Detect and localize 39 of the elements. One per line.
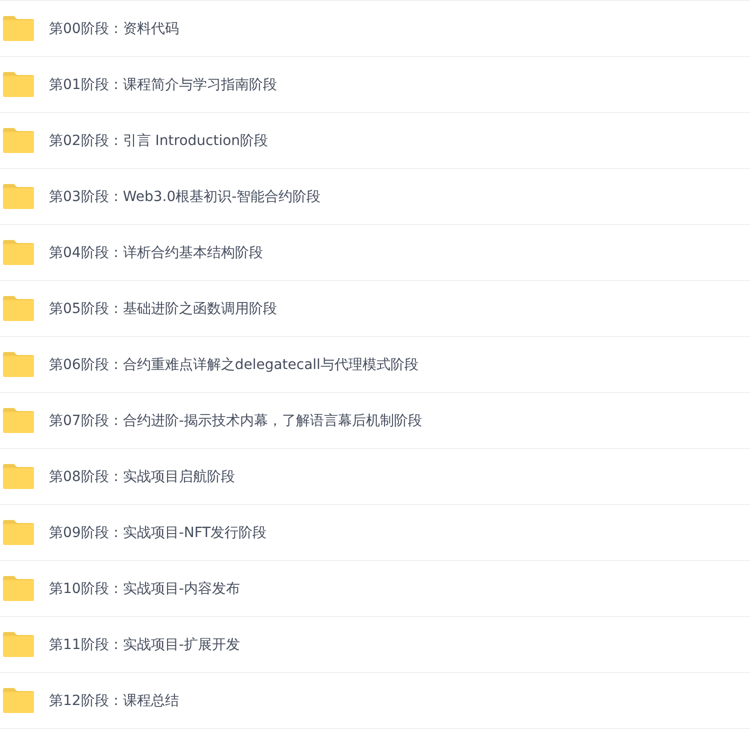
folder-row[interactable]: 第12阶段：课程总结 bbox=[0, 673, 750, 729]
folder-name: 第02阶段：引言 Introduction阶段 bbox=[49, 132, 268, 150]
folder-name: 第04阶段：详析合约基本结构阶段 bbox=[49, 244, 263, 262]
folder-name: 第06阶段：合约重难点详解之delegatecall与代理模式阶段 bbox=[49, 356, 418, 374]
folder-icon bbox=[2, 239, 35, 266]
folder-name: 第01阶段：课程简介与学习指南阶段 bbox=[49, 76, 277, 94]
folder-icon bbox=[2, 407, 35, 434]
folder-icon bbox=[2, 127, 35, 154]
folder-row[interactable]: 第09阶段：实战项目-NFT发行阶段 bbox=[0, 505, 750, 561]
folder-row[interactable]: 第01阶段：课程简介与学习指南阶段 bbox=[0, 57, 750, 113]
folder-icon bbox=[2, 575, 35, 602]
folder-row[interactable]: 第04阶段：详析合约基本结构阶段 bbox=[0, 225, 750, 281]
folder-icon bbox=[2, 183, 35, 210]
folder-row[interactable]: 第00阶段：资料代码 bbox=[0, 1, 750, 57]
folder-row[interactable]: 第06阶段：合约重难点详解之delegatecall与代理模式阶段 bbox=[0, 337, 750, 393]
folder-name: 第07阶段：合约进阶-揭示技术内幕，了解语言幕后机制阶段 bbox=[49, 412, 422, 430]
folder-row[interactable]: 第03阶段：Web3.0根基初识-智能合约阶段 bbox=[0, 169, 750, 225]
folder-name: 第12阶段：课程总结 bbox=[49, 692, 179, 710]
folder-row[interactable]: 第11阶段：实战项目-扩展开发 bbox=[0, 617, 750, 673]
folder-name: 第08阶段：实战项目启航阶段 bbox=[49, 468, 235, 486]
folder-icon bbox=[2, 71, 35, 98]
folder-name: 第03阶段：Web3.0根基初识-智能合约阶段 bbox=[49, 188, 321, 206]
folder-icon bbox=[2, 15, 35, 42]
folder-row[interactable]: 第08阶段：实战项目启航阶段 bbox=[0, 449, 750, 505]
folder-name: 第09阶段：实战项目-NFT发行阶段 bbox=[49, 524, 267, 542]
folder-row[interactable]: 第10阶段：实战项目-内容发布 bbox=[0, 561, 750, 617]
folder-icon bbox=[2, 687, 35, 714]
folder-icon bbox=[2, 351, 35, 378]
folder-name: 第00阶段：资料代码 bbox=[49, 20, 179, 38]
folder-name: 第05阶段：基础进阶之函数调用阶段 bbox=[49, 300, 277, 318]
folder-icon bbox=[2, 519, 35, 546]
folder-name: 第10阶段：实战项目-内容发布 bbox=[49, 580, 240, 598]
folder-icon bbox=[2, 631, 35, 658]
folder-icon bbox=[2, 295, 35, 322]
folder-row[interactable]: 第07阶段：合约进阶-揭示技术内幕，了解语言幕后机制阶段 bbox=[0, 393, 750, 449]
folder-icon bbox=[2, 463, 35, 490]
folder-row[interactable]: 第05阶段：基础进阶之函数调用阶段 bbox=[0, 281, 750, 337]
folder-name: 第11阶段：实战项目-扩展开发 bbox=[49, 636, 240, 654]
folder-row[interactable]: 第02阶段：引言 Introduction阶段 bbox=[0, 113, 750, 169]
